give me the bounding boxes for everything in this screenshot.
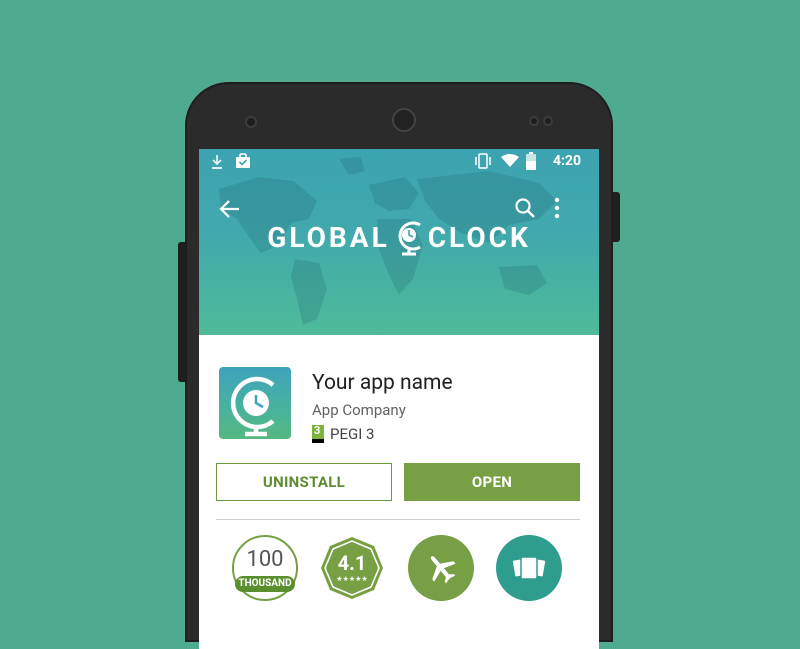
content-rating-label: PEGI 3 [330,424,375,443]
app-name: Your app name [312,371,453,395]
status-bar: 4:20 [199,149,599,175]
downloads-value: 100 [246,547,284,572]
downloads-circle: 100 THOUSAND [232,535,298,601]
brand-text-global: GLOBAL [267,220,390,254]
app-icon [219,367,291,439]
svg-text:★★★★★: ★★★★★ [336,575,367,583]
similar-apps-badge[interactable] [496,535,562,601]
downloads-unit: THOUSAND [235,576,295,592]
cards-icon [513,556,545,580]
content-rating: 3 PEGI 3 [312,423,374,445]
front-camera [392,108,416,132]
category-circle [408,535,474,601]
phone-frame: 4:20 GLOBAL CLOCK Your app name App Comp… [178,82,620,649]
airplane-icon [430,556,456,584]
power-button [612,192,620,242]
pegi-badge-number: 3 [314,423,321,437]
wifi-icon [501,154,519,167]
status-time: 4:20 [552,153,581,169]
rating-value: 4.1 [337,551,367,575]
pegi-badge-icon: 3 [312,423,324,443]
downloads-badge[interactable]: 100 THOUSAND [232,535,298,601]
app-developer-link[interactable]: App Company [312,401,406,419]
similar-apps-circle [496,535,562,601]
category-badge[interactable] [408,535,474,601]
globe-clock-app-icon [230,376,275,437]
proximity-sensor [529,116,539,126]
open-button[interactable]: OPEN [404,463,580,501]
app-stats-badges: 100 THOUSAND ★★★★★ 4.1 [199,535,599,649]
volume-button [178,242,186,382]
rating-badge[interactable]: ★★★★★ 4.1 [319,535,385,601]
back-arrow-icon[interactable] [219,199,241,219]
brand-wordmark: GLOBAL CLOCK [199,217,599,257]
more-options-icon[interactable] [553,197,561,219]
search-icon[interactable] [514,197,536,219]
shopping-bag-icon [236,153,250,168]
globe-clock-logo-icon [398,221,421,256]
vibrate-icon [475,153,491,169]
app-info: Your app name App Company 3 PEGI 3 [219,367,579,447]
light-sensor [543,116,553,126]
uninstall-button[interactable]: UNINSTALL [216,463,392,501]
brand-text-clock: CLOCK [427,220,531,254]
phone-screen: 4:20 GLOBAL CLOCK Your app name App Comp… [199,149,599,649]
divider [216,519,580,520]
battery-icon [526,152,536,170]
front-sensor [245,116,257,128]
app-header-banner: 4:20 GLOBAL CLOCK [199,149,599,335]
download-icon [212,155,222,169]
